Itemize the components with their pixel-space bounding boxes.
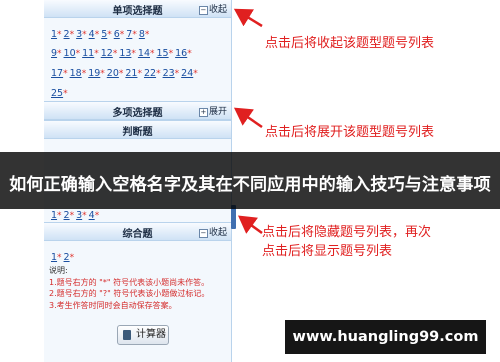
site-watermark: www.huangling99.com [282,317,489,357]
callout-expand: 点击后将展开该题型题号列表 [265,125,435,140]
watermark-text: www.huangling99.com [292,329,479,345]
callout-hide-line1: 点击后将隐藏题号列表，再次 [262,225,432,240]
banner-title: 如何正确输入空格名字及其在不同应用中的输入技巧与注意事项 [9,175,491,195]
title-banner: 如何正确输入空格名字及其在不同应用中的输入技巧与注意事项 [0,152,500,209]
arrow-to-collapse-toggle [233,8,263,28]
callout-collapse: 点击后将收起该题型题号列表 [265,36,435,51]
callout-hide-line2: 点击后将显示题号列表 [262,244,393,259]
arrow-to-expand-toggle [233,107,263,129]
arrow-to-splitter-handle [237,215,263,235]
